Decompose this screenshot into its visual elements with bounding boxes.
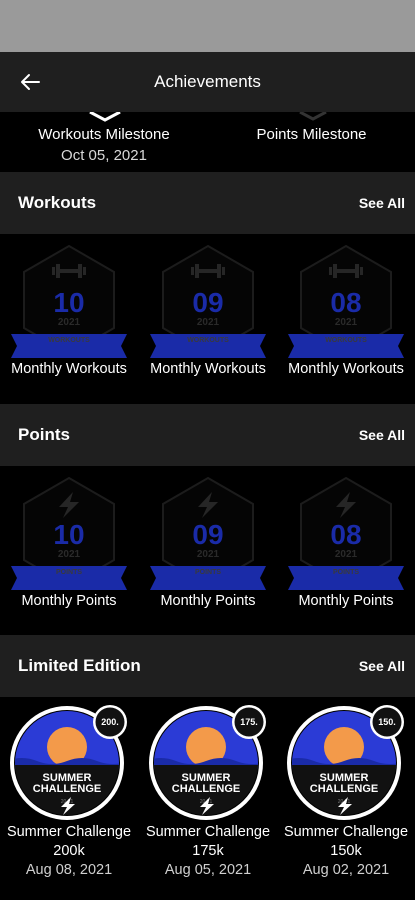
badge-kind: POINTS	[56, 569, 82, 576]
challenge-title: Summer Challenge	[283, 824, 409, 840]
points-badge-0[interactable]: 10 2021 POINTS Monthly Points	[0, 466, 138, 611]
challenge-date: Aug 08, 2021	[25, 862, 113, 878]
challenge-amount: 175k	[192, 843, 224, 859]
locked-badge-graphic: 092021 POINTS	[150, 476, 266, 590]
milestone-label: Points Milestone	[256, 126, 367, 143]
challenge-title: Summer Challenge	[6, 824, 132, 840]
badge-label: Monthly Points	[298, 593, 394, 609]
badge-kind: POINTS	[333, 569, 359, 576]
badge-row-limited: SUMMERCHALLENGE20 21200. Summer Challenge…	[0, 697, 415, 900]
badge-kind: POINTS	[195, 569, 221, 576]
badge-kind: WORKOUTS	[48, 337, 90, 344]
milestone-workouts[interactable]: Workouts Milestone Oct 05, 2021	[0, 124, 208, 166]
milestones-row: Workouts Milestone Oct 05, 2021 Points M…	[0, 112, 415, 172]
section-header-workouts: Workouts See All	[0, 172, 415, 234]
milestone-badge-edge	[299, 112, 327, 121]
badge-label: Monthly Points	[160, 593, 256, 609]
badge-year: 2021	[335, 549, 358, 560]
section-title: Limited Edition	[18, 656, 141, 675]
badge-label: Monthly Points	[21, 593, 117, 609]
badge-label: Monthly Workouts	[150, 361, 266, 377]
app-bar: Achievements	[0, 52, 415, 112]
badge-label: Monthly Workouts	[11, 361, 127, 377]
amount-chip: 200.	[101, 717, 119, 727]
points-badge-1[interactable]: 09 2021 POINTS Monthly Points	[139, 466, 277, 611]
workouts-badge-2[interactable]: 08 2021 WORKOUTS Monthly Workouts	[277, 234, 415, 379]
locked-badge-graphic: 102021 WORKOUTS	[11, 244, 127, 358]
challenge-title: Summer Challenge	[145, 824, 271, 840]
badge-year: 2021	[197, 549, 220, 560]
badge-row-workouts: 10 2021 WORKOUTS Monthly Workouts 09 2021 WORK…	[0, 234, 415, 404]
summer-challenge-badge-graphic: SUMMERCHALLENGE20 21175.	[149, 705, 266, 820]
badge-year: 2021	[58, 549, 81, 560]
see-all-limited-button[interactable]: See All	[359, 658, 405, 674]
badge-kind: WORKOUTS	[325, 337, 367, 344]
badge-year: 2021	[58, 317, 81, 328]
page-title: Achievements	[154, 72, 261, 91]
badge-number: 08	[330, 287, 361, 318]
section-header-points: Points See All	[0, 404, 415, 466]
badge-row-points: 10 2021 POINTS Monthly Points 09 2021 POINTS Mo…	[0, 466, 415, 635]
badge-number: 09	[192, 287, 223, 318]
locked-badge-graphic: 092021 WORKOUTS	[150, 244, 266, 358]
badge-kind: WORKOUTS	[187, 337, 229, 344]
badge-number: 09	[192, 519, 223, 550]
limited-badge-1[interactable]: SUMMERCHALLENGE20 21175. Summer Challenge…	[139, 697, 277, 880]
badge-line2: CHALLENGE	[310, 783, 378, 795]
status-bar	[0, 0, 415, 52]
arrow-left-icon	[21, 74, 40, 90]
points-badge-2[interactable]: 08 2021 POINTS Monthly Points	[277, 466, 415, 611]
badge-line2: CHALLENGE	[172, 783, 240, 795]
milestone-points[interactable]: Points Milestone	[208, 124, 415, 145]
limited-badge-2[interactable]: SUMMERCHALLENGE20 21150. Summer Challenge…	[277, 697, 415, 880]
badge-label: Monthly Workouts	[288, 361, 404, 377]
locked-badge-graphic: 082021 WORKOUTS	[288, 244, 404, 358]
section-title: Points	[18, 425, 70, 444]
locked-badge-graphic: 082021 POINTS	[288, 476, 404, 590]
badge-number: 10	[53, 287, 84, 318]
see-all-workouts-button[interactable]: See All	[359, 195, 405, 211]
badge-number: 10	[53, 519, 84, 550]
workouts-badge-1[interactable]: 09 2021 WORKOUTS Monthly Workouts	[139, 234, 277, 379]
section-title: Workouts	[18, 193, 97, 212]
badge-year: 2021	[335, 317, 358, 328]
see-all-points-button[interactable]: See All	[359, 427, 405, 443]
amount-chip: 175.	[240, 717, 258, 727]
badge-number: 08	[330, 519, 361, 550]
section-header-limited-edition: Limited Edition See All	[0, 635, 415, 697]
badge-line2: CHALLENGE	[33, 783, 101, 795]
milestone-date: Oct 05, 2021	[61, 147, 147, 164]
challenge-date: Aug 02, 2021	[302, 862, 390, 878]
workouts-badge-0[interactable]: 10 2021 WORKOUTS Monthly Workouts	[0, 234, 138, 379]
summer-challenge-badge-graphic: SUMMERCHALLENGE20 21200.	[10, 705, 127, 820]
milestone-badge-edge	[89, 112, 121, 122]
limited-badge-0[interactable]: SUMMERCHALLENGE20 21200. Summer Challenge…	[0, 697, 138, 880]
milestone-label: Workouts Milestone	[38, 126, 170, 143]
challenge-amount: 150k	[330, 843, 362, 859]
challenge-date: Aug 05, 2021	[164, 862, 252, 878]
challenge-amount: 200k	[53, 843, 85, 859]
back-button[interactable]	[0, 52, 60, 112]
summer-challenge-badge-graphic: SUMMERCHALLENGE20 21150.	[287, 705, 404, 820]
locked-badge-graphic: 102021 POINTS	[11, 476, 127, 590]
badge-year: 2021	[197, 317, 220, 328]
amount-chip: 150.	[378, 717, 396, 727]
